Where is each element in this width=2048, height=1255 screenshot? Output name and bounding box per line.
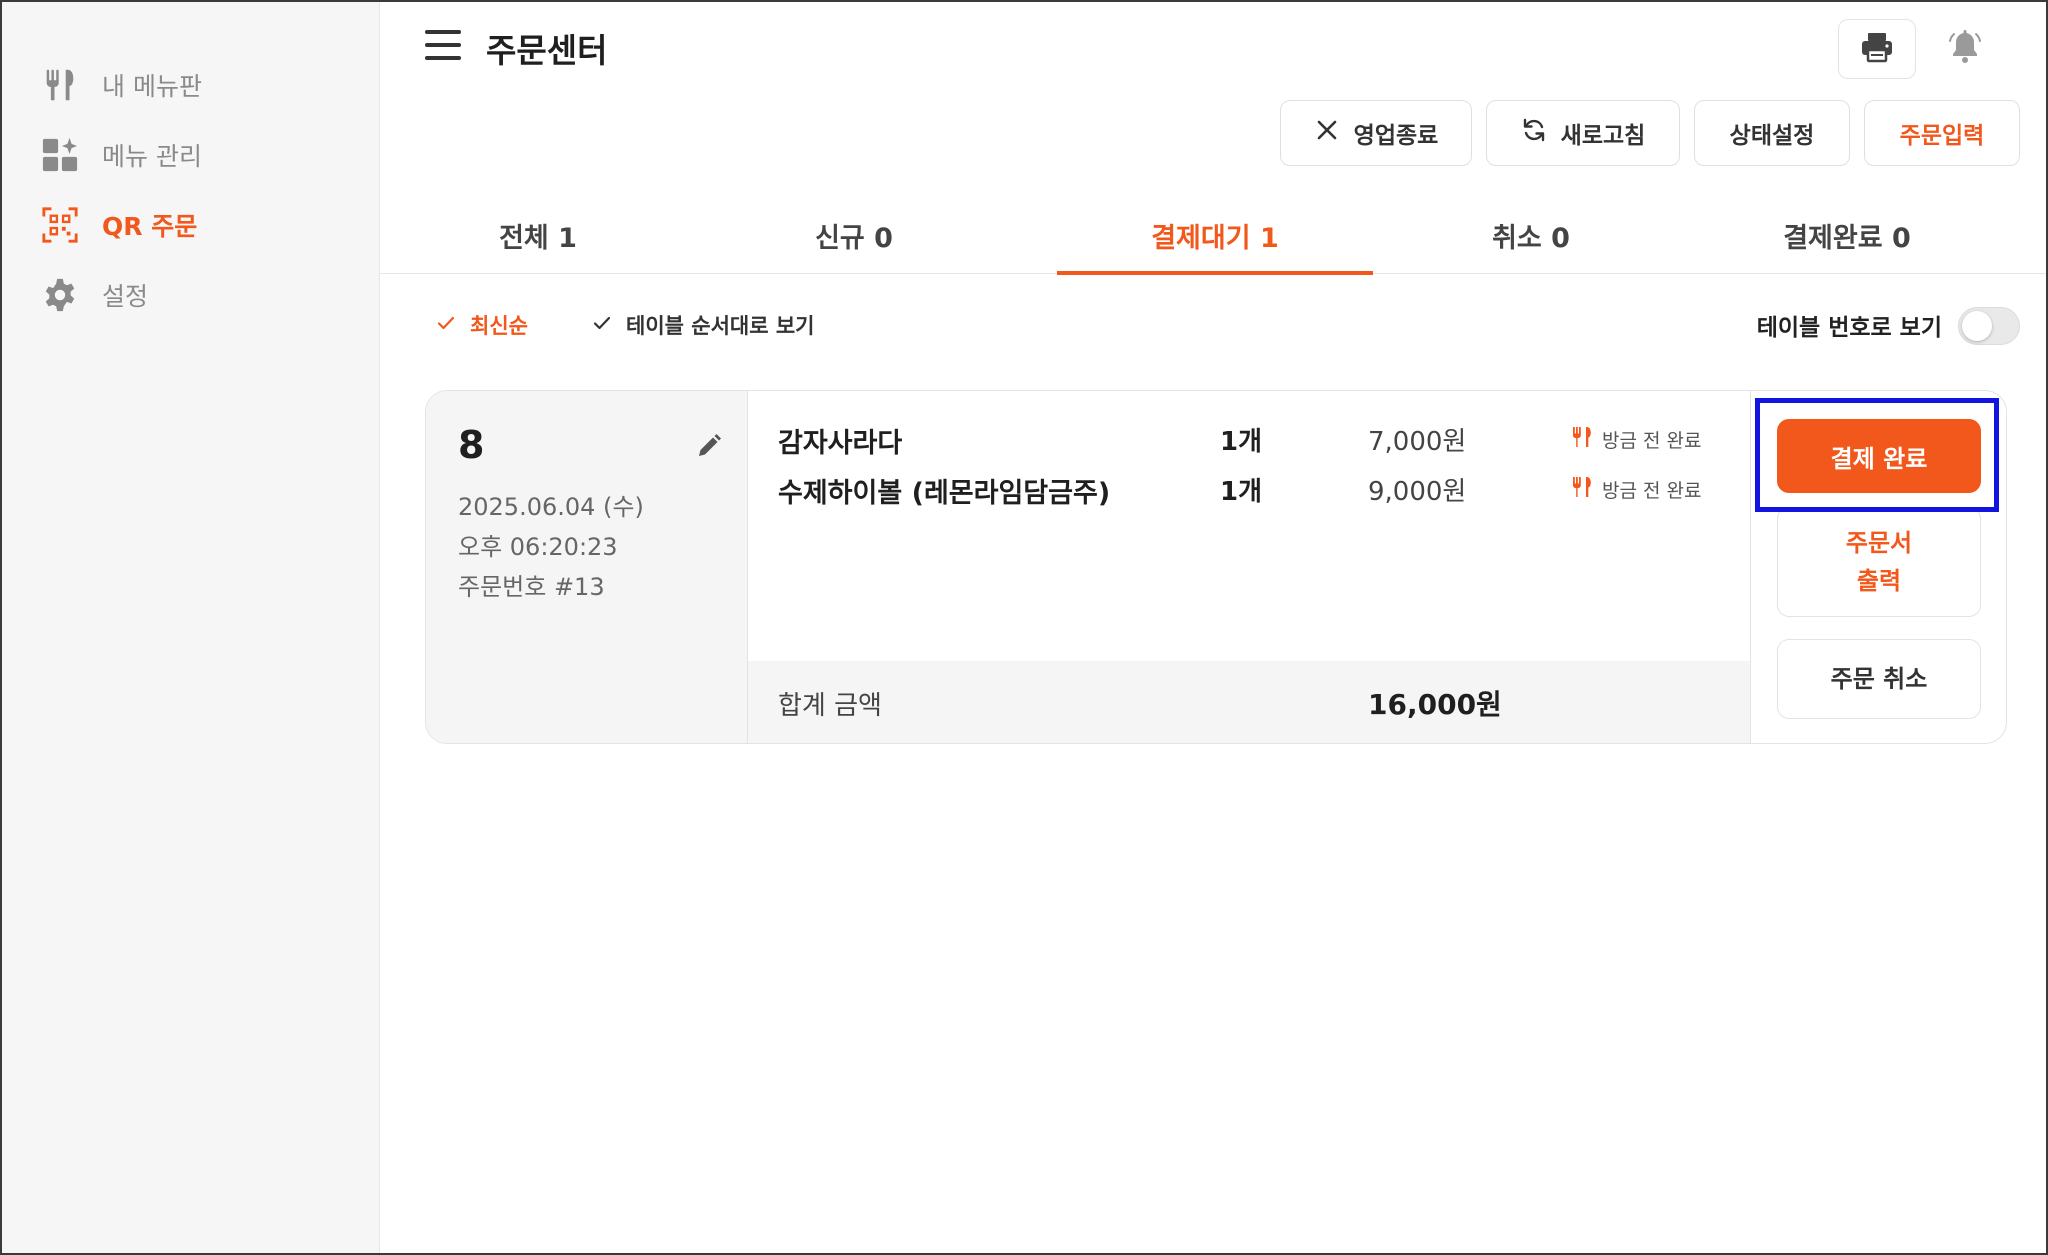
sort-latest-option[interactable]: 최신순 <box>436 310 528 340</box>
printer-icon <box>1859 29 1895 69</box>
item-price: 9,000원 <box>1368 477 1467 507</box>
sidebar-item-label: 설정 <box>102 282 149 311</box>
sidebar-item-my-menu[interactable]: 내 메뉴판 <box>40 60 202 110</box>
order-info-panel: 8 2025.06.04 (수) 오후 06:20:23 주문번호 #13 <box>426 391 748 743</box>
table-number-view-toggle[interactable] <box>1958 307 2020 345</box>
item-price: 7,000원 <box>1368 427 1467 457</box>
tab-all[interactable]: 전체 1 <box>380 196 696 274</box>
utensils-icon <box>40 65 80 105</box>
page-title: 주문센터 <box>486 31 608 70</box>
sidebar-item-menu-manage[interactable]: 메뉴 관리 <box>40 130 202 180</box>
utensils-icon <box>1570 475 1594 504</box>
print-order-button[interactable]: 주문서 출력 <box>1777 507 1981 617</box>
tab-awaiting-payment[interactable]: 결제대기 1 <box>1057 196 1373 275</box>
bell-icon <box>1947 29 1983 69</box>
tab-new[interactable]: 신규 0 <box>696 196 1012 274</box>
refresh-icon <box>1521 117 1547 149</box>
order-total: 합계 금액 16,000원 <box>748 661 1750 743</box>
cancel-order-button[interactable]: 주문 취소 <box>1777 639 1981 719</box>
list-item: 수제하이볼 (레몬라임담금주) 1개 9,000원 방금 전 완료 <box>748 471 1750 515</box>
sidebar-item-label: QR 주문 <box>102 212 198 241</box>
order-card: 8 2025.06.04 (수) 오후 06:20:23 주문번호 #13 감자… <box>425 390 2007 744</box>
item-status: 방금 전 완료 <box>1570 425 1701 454</box>
order-status-tabs: 전체 1 신규 0 결제대기 1 취소 0 결제완료 0 <box>380 196 2046 275</box>
table-number: 8 <box>458 423 485 467</box>
tab-cancelled[interactable]: 취소 0 <box>1373 196 1689 274</box>
sort-table-order-option[interactable]: 테이블 순서대로 보기 <box>592 310 815 340</box>
sidebar-item-settings[interactable]: 설정 <box>40 270 148 320</box>
item-name: 수제하이볼 (레몬라임담금주) <box>778 478 1111 509</box>
notification-button[interactable] <box>1926 19 2004 79</box>
total-label: 합계 금액 <box>778 691 882 721</box>
total-value: 16,000원 <box>1368 688 1502 721</box>
pencil-icon[interactable] <box>694 431 724 461</box>
list-item: 감자사라다 1개 7,000원 방금 전 완료 <box>748 421 1750 465</box>
item-quantity: 1개 <box>1220 427 1263 457</box>
grid-sparkle-icon <box>40 135 80 175</box>
order-items: 감자사라다 1개 7,000원 방금 전 완료 수제하이볼 (레몬라임담금주) … <box>748 391 1750 661</box>
sidebar-item-label: 내 메뉴판 <box>102 72 202 101</box>
tab-payment-complete[interactable]: 결제완료 0 <box>1689 196 2005 274</box>
print-button[interactable] <box>1838 19 1916 79</box>
gear-icon <box>40 275 80 315</box>
status-settings-button[interactable]: 상태설정 <box>1694 100 1850 166</box>
table-number-view-label: 테이블 번호로 보기 <box>1756 315 1942 341</box>
item-quantity: 1개 <box>1220 477 1263 507</box>
order-input-button[interactable]: 주문입력 <box>1864 100 2020 166</box>
order-date: 2025.06.04 (수) <box>458 493 644 521</box>
utensils-icon <box>1570 425 1594 454</box>
close-icon <box>1314 117 1340 149</box>
check-icon <box>592 313 612 338</box>
sidebar-item-qr-order[interactable]: QR 주문 <box>40 200 197 250</box>
sidebar-item-label: 메뉴 관리 <box>102 142 202 171</box>
sidebar: 내 메뉴판 메뉴 관리 QR 주문 설정 <box>2 2 380 1253</box>
order-actions: 결제 완료 주문서 출력 주문 취소 <box>1750 391 2006 743</box>
hamburger-icon[interactable] <box>425 28 463 62</box>
refresh-button[interactable]: 새로고침 <box>1486 100 1680 166</box>
qr-scan-icon <box>40 205 80 245</box>
item-status: 방금 전 완료 <box>1570 475 1701 504</box>
check-icon <box>436 313 456 338</box>
item-name: 감자사라다 <box>778 428 903 459</box>
payment-complete-button[interactable]: 결제 완료 <box>1777 419 1981 493</box>
order-time: 오후 06:20:23 <box>458 533 618 561</box>
order-number: 주문번호 #13 <box>458 573 605 601</box>
close-business-button[interactable]: 영업종료 <box>1280 100 1472 166</box>
